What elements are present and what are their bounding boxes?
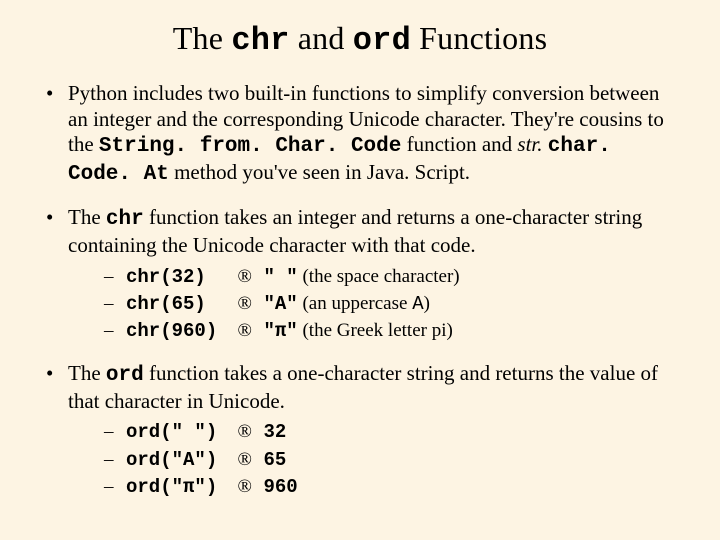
arrow-icon: ®	[231, 475, 259, 498]
code: ord("A")	[126, 449, 226, 472]
list-item: ord("π") ® 960	[104, 475, 680, 499]
b2-t2: function takes an integer and returns a …	[68, 205, 642, 257]
code: ord(" ")	[126, 421, 226, 444]
out-q: "π"	[264, 320, 298, 342]
output: 960	[264, 476, 298, 499]
bullet-list: Python includes two built-in functions t…	[40, 81, 680, 499]
out-t2: )	[424, 293, 430, 314]
b3-t2: function takes a one-character string an…	[68, 361, 658, 413]
b1-t2: function and	[401, 132, 517, 156]
output: 65	[264, 449, 287, 472]
code: chr(32)	[126, 266, 226, 289]
arrow-icon: ®	[231, 448, 259, 471]
output: "A" (an uppercase A)	[264, 292, 430, 316]
output: 32	[264, 421, 287, 444]
bullet-chr: The chr function takes an integer and re…	[40, 205, 680, 343]
output: "π" (the Greek letter pi)	[264, 319, 453, 343]
output: " " (the space character)	[264, 265, 460, 289]
b1-c1: String. from. Char. Code	[99, 135, 401, 158]
out-q: "A"	[264, 293, 298, 315]
out-q: " "	[264, 266, 298, 288]
b1-i1: str.	[517, 132, 547, 156]
title-code-ord: ord	[353, 22, 411, 59]
b3-t1: The	[68, 361, 106, 385]
list-item: ord(" ") ® 32	[104, 420, 680, 444]
code: chr(960)	[126, 320, 226, 343]
list-item: ord("A") ® 65	[104, 448, 680, 472]
arrow-icon: ®	[231, 420, 259, 443]
bullet-ord: The ord function takes a one-character s…	[40, 361, 680, 499]
arrow-icon: ®	[231, 319, 259, 342]
title-mid: and	[290, 20, 353, 56]
bullet-intro: Python includes two built-in functions t…	[40, 81, 680, 187]
title-post: Functions	[411, 20, 547, 56]
out-t: (the space character)	[298, 266, 460, 287]
list-item: chr(960) ® "π" (the Greek letter pi)	[104, 319, 680, 343]
b2-c1: chr	[106, 208, 144, 231]
code: ord("π")	[126, 476, 226, 499]
b1-t3: method you've seen in Java. Script.	[169, 160, 470, 184]
chr-examples: chr(32) ® " " (the space character) chr(…	[104, 265, 680, 344]
arrow-icon: ®	[231, 265, 259, 288]
b2-t1: The	[68, 205, 106, 229]
arrow-icon: ®	[231, 292, 259, 315]
slide: The chr and ord Functions Python include…	[0, 0, 720, 540]
list-item: chr(32) ® " " (the space character)	[104, 265, 680, 289]
out-t: (the Greek letter pi)	[298, 320, 453, 341]
code: chr(65)	[126, 293, 226, 316]
title-pre: The	[173, 20, 232, 56]
slide-title: The chr and ord Functions	[40, 20, 680, 59]
title-code-chr: chr	[231, 22, 289, 59]
out-c: A	[412, 293, 423, 315]
out-t: (an uppercase	[298, 293, 412, 314]
ord-examples: ord(" ") ® 32 ord("A") ® 65 ord("π") ® 9…	[104, 420, 680, 499]
list-item: chr(65) ® "A" (an uppercase A)	[104, 292, 680, 316]
b3-c1: ord	[106, 364, 144, 387]
